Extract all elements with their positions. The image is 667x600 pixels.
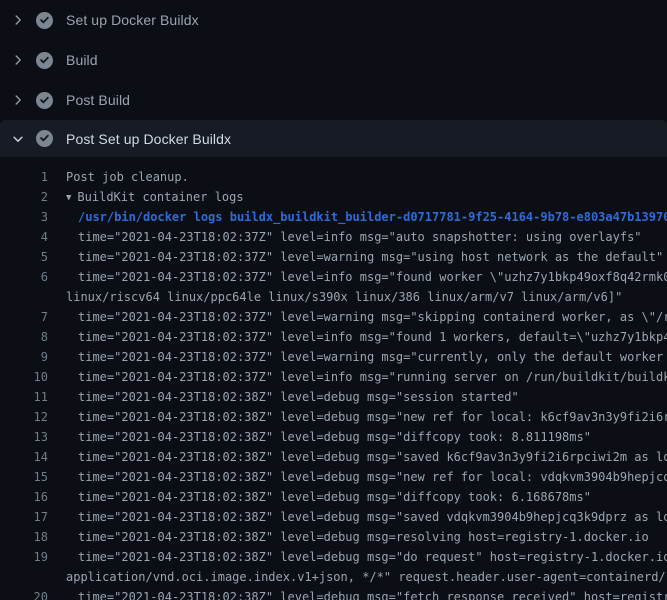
log-line-text: time="2021-04-23T18:02:37Z" level=warnin…: [48, 307, 667, 327]
step-title: Build: [66, 52, 98, 68]
log-line-text: time="2021-04-23T18:02:38Z" level=debug …: [48, 407, 667, 427]
check-circle-icon: [36, 130, 53, 147]
log-line: 20 time="2021-04-23T18:02:38Z" level=deb…: [0, 587, 667, 600]
log-line-text: time="2021-04-23T18:02:38Z" level=debug …: [48, 507, 667, 527]
log-line-number: [0, 567, 48, 587]
log-group-toggle[interactable]: 2 ▼ BuildKit container logs: [0, 187, 667, 207]
log-line-text: time="2021-04-23T18:02:38Z" level=debug …: [48, 527, 649, 547]
log-line: 14 time="2021-04-23T18:02:38Z" level=deb…: [0, 447, 667, 467]
step-row-set-up-docker-buildx[interactable]: Set up Docker Buildx: [0, 0, 667, 40]
log-line-number[interactable]: 5: [0, 247, 48, 267]
log-line: 6 time="2021-04-23T18:02:37Z" level=info…: [0, 267, 667, 287]
log-line-number: [0, 287, 48, 307]
log-line: 5 time="2021-04-23T18:02:37Z" level=warn…: [0, 247, 667, 267]
log-line-text: time="2021-04-23T18:02:38Z" level=debug …: [48, 587, 667, 600]
chevron-right-icon: [11, 13, 25, 27]
step-row-post-set-up-docker-buildx[interactable]: Post Set up Docker Buildx: [0, 120, 667, 157]
log-line: 18 time="2021-04-23T18:02:38Z" level=deb…: [0, 527, 667, 547]
log-line-number[interactable]: 8: [0, 327, 48, 347]
log-line-number[interactable]: 9: [0, 347, 48, 367]
log-line-text: time="2021-04-23T18:02:38Z" level=debug …: [48, 387, 519, 407]
log-line: 9 time="2021-04-23T18:02:37Z" level=warn…: [0, 347, 667, 367]
log-line: 12 time="2021-04-23T18:02:38Z" level=deb…: [0, 407, 667, 427]
log-line: 10 time="2021-04-23T18:02:37Z" level=inf…: [0, 367, 667, 387]
log-line-number[interactable]: 11: [0, 387, 48, 407]
actions-log-viewer: Set up Docker Buildx Build Post Build Po…: [0, 0, 667, 600]
step-list: Set up Docker Buildx Build Post Build Po…: [0, 0, 667, 157]
log-line-text: time="2021-04-23T18:02:37Z" level=warnin…: [48, 347, 667, 367]
log-line-text: time="2021-04-23T18:02:38Z" level=debug …: [48, 427, 591, 447]
log-line-number[interactable]: 15: [0, 467, 48, 487]
log-line-number[interactable]: 1: [0, 167, 48, 187]
log-line-number[interactable]: 16: [0, 487, 48, 507]
log-line-number[interactable]: 19: [0, 547, 48, 567]
log-line-text: /usr/bin/docker logs buildx_buildkit_bui…: [48, 207, 667, 227]
log-output: 1 Post job cleanup. 2 ▼ BuildKit containe…: [0, 157, 667, 600]
log-line: 16 time="2021-04-23T18:02:38Z" level=deb…: [0, 487, 667, 507]
step-row-build[interactable]: Build: [0, 40, 667, 80]
step-title: Post Build: [66, 92, 130, 108]
log-line: 4 time="2021-04-23T18:02:37Z" level=info…: [0, 227, 667, 247]
log-line-number[interactable]: 3: [0, 207, 48, 227]
log-line-text: time="2021-04-23T18:02:37Z" level=info m…: [48, 267, 667, 287]
log-line-number[interactable]: 13: [0, 427, 48, 447]
log-line: 13 time="2021-04-23T18:02:38Z" level=deb…: [0, 427, 667, 447]
log-line-number[interactable]: 18: [0, 527, 48, 547]
log-line-number[interactable]: 14: [0, 447, 48, 467]
chevron-right-icon: [11, 93, 25, 107]
log-line-text: time="2021-04-23T18:02:38Z" level=debug …: [48, 547, 667, 567]
log-line-number[interactable]: 10: [0, 367, 48, 387]
log-line-number[interactable]: 7: [0, 307, 48, 327]
log-line: linux/riscv64 linux/ppc64le linux/s390x …: [0, 287, 667, 307]
step-title: Post Set up Docker Buildx: [66, 131, 231, 147]
step-row-post-build[interactable]: Post Build: [0, 80, 667, 120]
triangle-down-icon: ▼: [66, 188, 71, 208]
log-line-text: time="2021-04-23T18:02:38Z" level=debug …: [48, 487, 591, 507]
chevron-right-icon: [11, 53, 25, 67]
log-line: 19 time="2021-04-23T18:02:38Z" level=deb…: [0, 547, 667, 567]
log-line-number[interactable]: 2: [0, 187, 48, 207]
log-line-text: time="2021-04-23T18:02:37Z" level=info m…: [48, 367, 667, 387]
log-line: 11 time="2021-04-23T18:02:38Z" level=deb…: [0, 387, 667, 407]
log-line: 7 time="2021-04-23T18:02:37Z" level=warn…: [0, 307, 667, 327]
log-line-text: time="2021-04-23T18:02:37Z" level=warnin…: [48, 247, 663, 267]
log-line-text: time="2021-04-23T18:02:37Z" level=info m…: [48, 327, 667, 347]
log-line-number[interactable]: 4: [0, 227, 48, 247]
log-line-text: time="2021-04-23T18:02:38Z" level=debug …: [48, 447, 667, 467]
log-line: 17 time="2021-04-23T18:02:38Z" level=deb…: [0, 507, 667, 527]
log-line-text: time="2021-04-23T18:02:37Z" level=info m…: [48, 227, 642, 247]
step-title: Set up Docker Buildx: [66, 12, 199, 28]
log-line: 3 /usr/bin/docker logs buildx_buildkit_b…: [0, 207, 667, 227]
check-circle-icon: [36, 92, 53, 109]
log-line-number[interactable]: 6: [0, 267, 48, 287]
log-line-text: Post job cleanup.: [48, 167, 189, 187]
chevron-down-icon: [11, 132, 25, 146]
log-line-number[interactable]: 12: [0, 407, 48, 427]
check-circle-icon: [36, 52, 53, 69]
check-circle-icon: [36, 12, 53, 29]
log-line: application/vnd.oci.image.index.v1+json,…: [0, 567, 667, 587]
log-line: 15 time="2021-04-23T18:02:38Z" level=deb…: [0, 467, 667, 487]
log-line-text: linux/riscv64 linux/ppc64le linux/s390x …: [48, 287, 622, 307]
log-line-text: time="2021-04-23T18:02:38Z" level=debug …: [48, 467, 667, 487]
log-line-number[interactable]: 17: [0, 507, 48, 527]
log-line-text: BuildKit container logs: [77, 190, 243, 204]
log-line-number[interactable]: 20: [0, 587, 48, 600]
log-line-text: application/vnd.oci.image.index.v1+json,…: [48, 567, 667, 587]
log-line: 1 Post job cleanup.: [0, 167, 667, 187]
log-line: 8 time="2021-04-23T18:02:37Z" level=info…: [0, 327, 667, 347]
